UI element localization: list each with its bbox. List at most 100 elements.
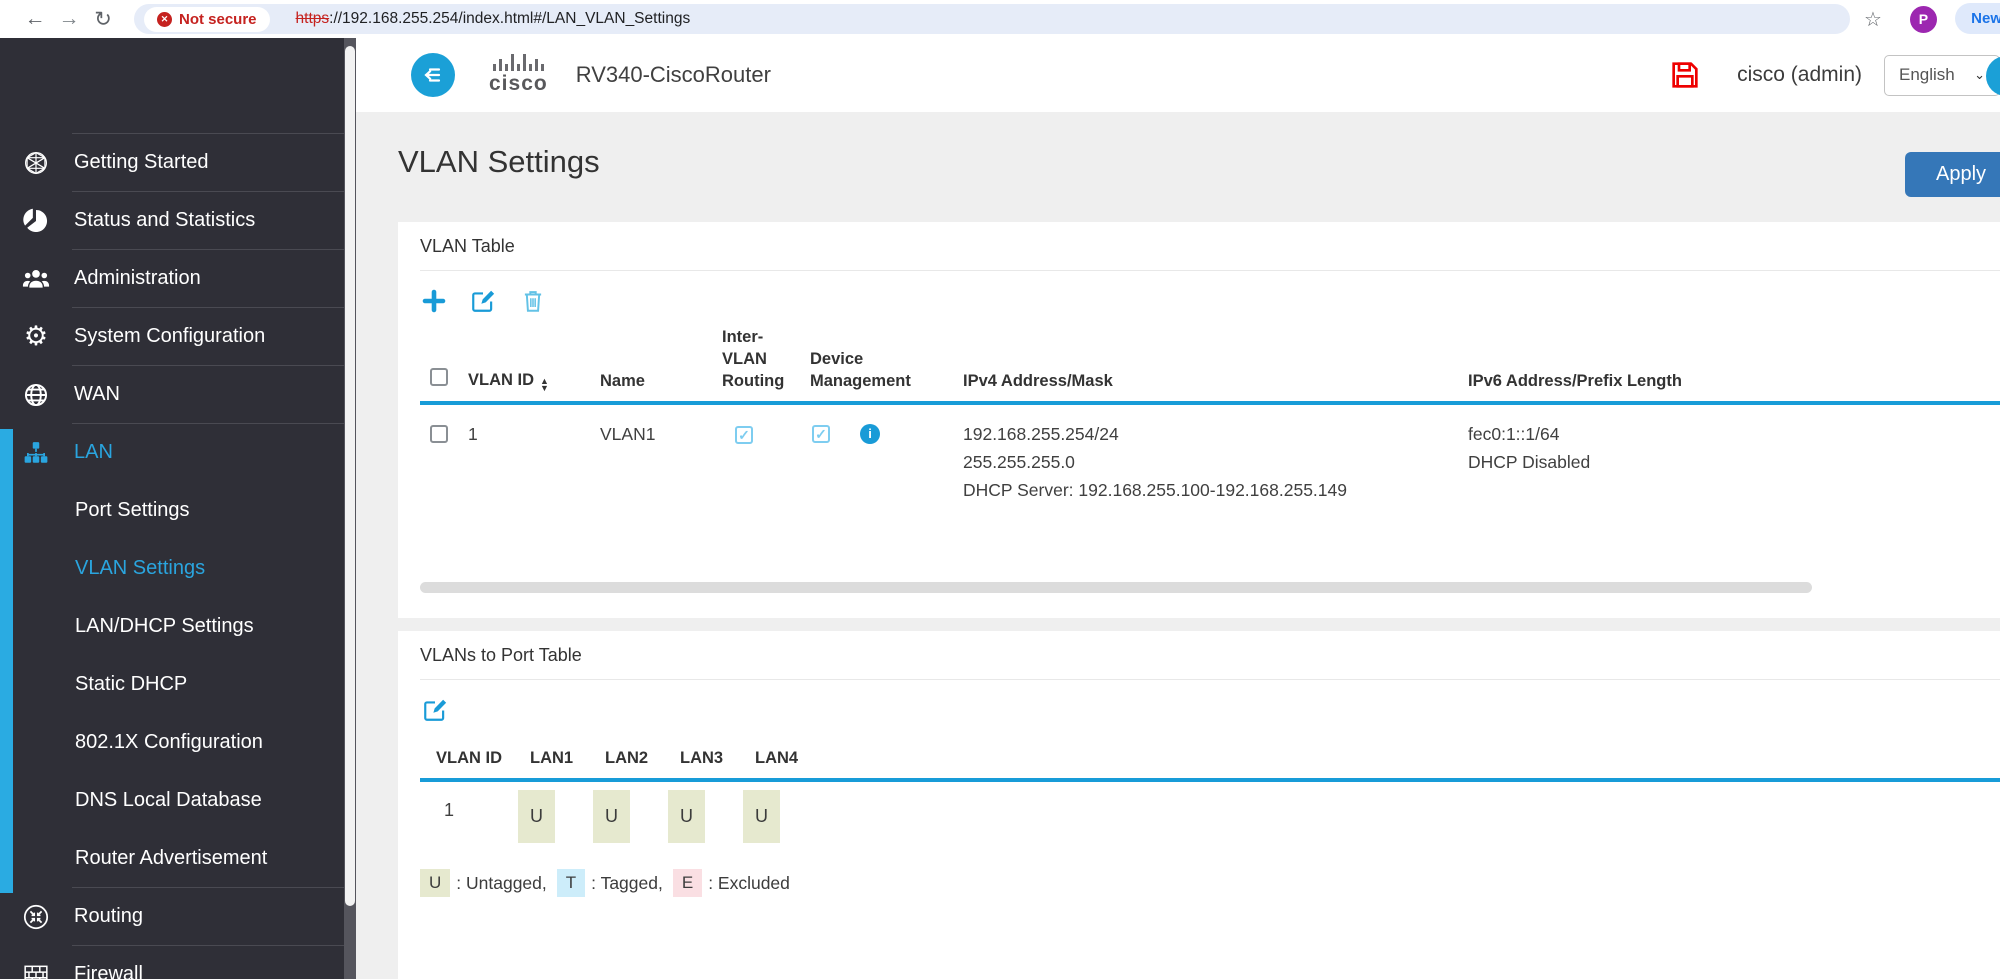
device-name: RV340-CiscoRouter: [575, 62, 771, 87]
delete-vlan-button[interactable]: [520, 288, 546, 314]
sidebar-item-firewall[interactable]: Firewall: [0, 946, 356, 979]
col-vlan-id[interactable]: VLAN ID: [468, 371, 534, 389]
sidebar-scrollbar-thumb[interactable]: [345, 46, 355, 906]
info-icon[interactable]: [860, 424, 880, 444]
browser-update-button[interactable]: New: [1955, 3, 2000, 34]
not-secure-badge[interactable]: ✕ Not secure: [144, 6, 270, 32]
sidebar-item-label: Status and Statistics: [74, 209, 256, 231]
edit-vlan-button[interactable]: [470, 288, 496, 314]
cisco-logo: cisco: [489, 54, 548, 96]
sidebar-item-system-configuration[interactable]: ⚙ System Configuration: [0, 308, 356, 365]
subitem-label: DNS Local Database: [75, 788, 262, 811]
sidebar-subitem-router-advertisement[interactable]: Router Advertisement: [0, 829, 356, 887]
sidebar-item-lan[interactable]: LAN: [0, 424, 356, 481]
horizontal-scrollbar[interactable]: [420, 582, 1812, 594]
language-select[interactable]: English ⌄: [1884, 54, 2000, 96]
lan2-tag-cell: U: [593, 790, 630, 844]
pie-chart-icon: [18, 208, 54, 234]
add-vlan-button[interactable]: [422, 289, 446, 313]
browser-reload-icon[interactable]: ↻: [86, 7, 120, 32]
sidebar: Getting Started Status and Statistics Ad…: [0, 38, 356, 979]
vlan-id-value: 1: [444, 800, 455, 821]
col-lan2: LAN2: [605, 749, 649, 768]
ipv4-cell: 192.168.255.254/24 255.255.255.0 DHCP Se…: [963, 420, 1468, 504]
lan4-tag-cell: U: [743, 790, 780, 844]
vlan-table-header-row: VLAN ID ▲ ▼ Name Inter-VLAN Routing Device…: [420, 326, 2000, 405]
col-lan3: LAN3: [680, 749, 724, 768]
url-rest: ://192.168.255.254/index.html#/LAN_VLAN_…: [329, 10, 691, 27]
inter-vlan-routing-checkbox[interactable]: [735, 426, 753, 444]
ipv6-cell: fec0:1::1/64 DHCP Disabled: [1468, 420, 2000, 476]
firewall-icon: [18, 962, 54, 979]
edit-port-assignment-button[interactable]: [422, 697, 448, 723]
port-table-row: 1 U U U U: [420, 782, 2000, 844]
page-title: VLAN Settings: [398, 144, 600, 179]
sort-icon[interactable]: ▲ ▼: [540, 377, 549, 393]
untagged-label: : Untagged,: [456, 872, 547, 893]
sidebar-scrollbar[interactable]: [344, 38, 356, 979]
sidebar-subitem-vlan-settings[interactable]: VLAN Settings: [0, 539, 356, 597]
not-secure-label: Not secure: [179, 10, 257, 28]
tagged-label: : Tagged,: [591, 872, 663, 893]
main-content: cisco RV340-CiscoRouter cisco (admin) En…: [356, 38, 2000, 979]
sidebar-item-status-statistics[interactable]: Status and Statistics: [0, 192, 356, 249]
browser-profile-avatar[interactable]: P: [1909, 5, 1937, 33]
logged-in-user: cisco (admin): [1737, 63, 1862, 86]
ipv6-address: fec0:1::1/64: [1468, 424, 1560, 444]
col-ipv6: IPv6 Address/Prefix Length: [1468, 372, 1682, 390]
sidebar-item-label: Administration: [74, 267, 201, 289]
app-header: cisco RV340-CiscoRouter cisco (admin) En…: [356, 38, 2000, 112]
sidebar-subitem-8021x-configuration[interactable]: 802.1X Configuration: [0, 713, 356, 771]
language-value: English: [1899, 65, 1955, 84]
sidebar-item-getting-started[interactable]: Getting Started: [0, 134, 356, 191]
row-select-checkbox[interactable]: [430, 425, 448, 443]
sidebar-item-administration[interactable]: Administration: [0, 250, 356, 307]
col-ipv4: IPv4 Address/Mask: [963, 372, 1113, 390]
subitem-label: LAN/DHCP Settings: [75, 614, 254, 637]
subitem-label: Static DHCP: [75, 672, 188, 695]
ipv4-dhcp-range: DHCP Server: 192.168.255.100-192.168.255…: [963, 480, 1347, 500]
gear-icon: ⚙: [23, 321, 49, 351]
col-name: Name: [600, 372, 645, 390]
lan3-tag-cell: U: [668, 790, 705, 844]
sidebar-subitem-lan-dhcp-settings[interactable]: LAN/DHCP Settings: [0, 597, 356, 655]
apply-button[interactable]: Apply: [1905, 152, 2000, 197]
subitem-label: VLAN Settings: [75, 556, 206, 579]
col-device-management: Device Management: [810, 350, 911, 390]
getting-started-icon: [18, 150, 54, 176]
vlans-to-port-title: VLANs to Port Table: [420, 645, 582, 666]
sidebar-item-routing[interactable]: Routing: [0, 888, 356, 945]
sidebar-subitem-port-settings[interactable]: Port Settings: [0, 481, 356, 539]
excluded-chip: E: [672, 869, 703, 898]
col-inter-vlan-routing: Inter-VLAN Routing: [722, 328, 785, 390]
tagged-chip: T: [556, 869, 586, 898]
sidebar-item-wan[interactable]: WAN: [0, 366, 356, 423]
browser-back-icon[interactable]: ←: [18, 7, 52, 31]
people-icon: [18, 265, 54, 293]
tag-legend: U : Untagged, T : Tagged, E : Excluded: [420, 869, 2000, 898]
vlans-to-port-card: VLANs to Port Table VLAN ID LAN1 LAN2 LA…: [398, 631, 2000, 979]
vlan-id-value: 1: [468, 424, 478, 444]
network-icon: [18, 440, 54, 466]
browser-forward-icon[interactable]: →: [52, 7, 86, 31]
col-vlan-id: VLAN ID: [436, 749, 502, 768]
subitem-label: Router Advertisement: [75, 846, 268, 869]
sidebar-collapse-button[interactable]: [411, 53, 455, 97]
select-all-checkbox[interactable]: [430, 368, 448, 386]
sidebar-item-label: WAN: [74, 383, 120, 405]
cisco-logo-bars-icon: [492, 54, 545, 71]
device-management-checkbox[interactable]: [812, 425, 830, 443]
ipv6-dhcp-status: DHCP Disabled: [1468, 452, 1591, 472]
chevron-down-icon: ⌄: [1974, 67, 1985, 82]
sidebar-item-label: Routing: [74, 905, 143, 927]
cisco-logo-text: cisco: [489, 72, 548, 95]
sidebar-item-label: Firewall: [74, 963, 143, 979]
url-text: https://192.168.255.254/index.html#/LAN_…: [296, 10, 691, 28]
sidebar-subitem-dns-local-database[interactable]: DNS Local Database: [0, 771, 356, 829]
save-config-icon[interactable]: [1669, 59, 1701, 91]
address-bar[interactable]: ✕ Not secure https://192.168.255.254/ind…: [134, 4, 1850, 34]
subitem-label: 802.1X Configuration: [75, 730, 263, 753]
sidebar-subitem-static-dhcp[interactable]: Static DHCP: [0, 655, 356, 713]
browser-toolbar: ← → ↻ ✕ Not secure https://192.168.255.2…: [0, 0, 2000, 38]
bookmark-star-icon[interactable]: ☆: [1864, 7, 1882, 32]
